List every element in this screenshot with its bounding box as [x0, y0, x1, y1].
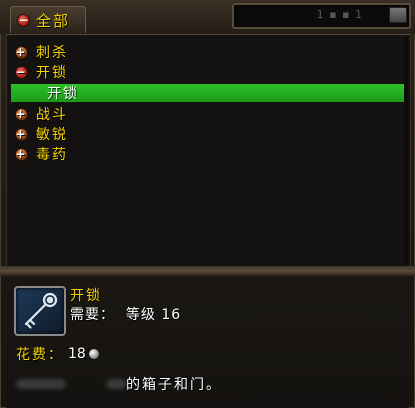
header-bar: − 全部 1 ▪ ▪ 1	[0, 0, 415, 34]
collapse-icon[interactable]: −	[15, 65, 28, 79]
cost-row: 花费： 18	[16, 344, 99, 364]
skill-detail: 开锁 需要： 等级 16 花费： 18 的箱子和门。	[6, 276, 409, 408]
tab-all[interactable]: − 全部	[10, 6, 86, 33]
expand-icon[interactable]: +	[15, 107, 28, 121]
expand-icon[interactable]: +	[15, 45, 28, 59]
expand-icon[interactable]: +	[15, 127, 28, 141]
cost-value: 18	[68, 346, 86, 362]
tree-category-combat[interactable]: + 战斗	[15, 105, 68, 123]
skill-description: 的箱子和门。	[16, 374, 222, 394]
tree-category-subtlety[interactable]: + 敏锐	[15, 125, 68, 143]
trainer-window: − 全部 1 ▪ ▪ 1 + 刺杀 − 开锁 开锁 + 战斗 + 敏锐 + 毒药…	[0, 0, 415, 408]
skill-label: 开锁	[47, 86, 79, 102]
category-label: 开锁	[36, 65, 68, 81]
filter-text: 1 ▪ ▪ 1	[316, 8, 363, 21]
skill-name: 开锁	[70, 288, 102, 304]
collapse-all-icon[interactable]: −	[17, 13, 30, 27]
tree-category-assassination[interactable]: + 刺杀	[15, 43, 68, 61]
key-icon[interactable]	[14, 286, 66, 336]
dropdown-arrow-icon[interactable]	[389, 7, 407, 23]
silver-coin-icon	[88, 349, 99, 359]
filter-dropdown[interactable]: 1 ▪ ▪ 1	[232, 3, 411, 29]
skill-row-lockpicking[interactable]: 开锁	[11, 84, 407, 102]
panel-divider[interactable]	[0, 266, 415, 276]
description-text: 的箱子和门。	[126, 377, 222, 393]
category-label: 毒药	[36, 147, 68, 163]
tree-category-lockpicking[interactable]: − 开锁	[15, 63, 68, 81]
category-label: 战斗	[36, 107, 68, 123]
tab-all-label: 全部	[36, 11, 71, 30]
skill-requirement: 需要： 等级 16	[70, 307, 182, 323]
expand-icon[interactable]: +	[15, 147, 28, 161]
list-scrollbar[interactable]	[404, 37, 408, 263]
tree-category-poisons[interactable]: + 毒药	[15, 145, 68, 163]
category-label: 敏锐	[36, 127, 68, 143]
obscured-text	[106, 379, 126, 389]
cost-label: 花费：	[16, 347, 64, 363]
skill-list: + 刺杀 − 开锁 开锁 + 战斗 + 敏锐 + 毒药	[6, 34, 411, 268]
category-label: 刺杀	[36, 45, 68, 61]
obscured-text	[16, 379, 66, 389]
